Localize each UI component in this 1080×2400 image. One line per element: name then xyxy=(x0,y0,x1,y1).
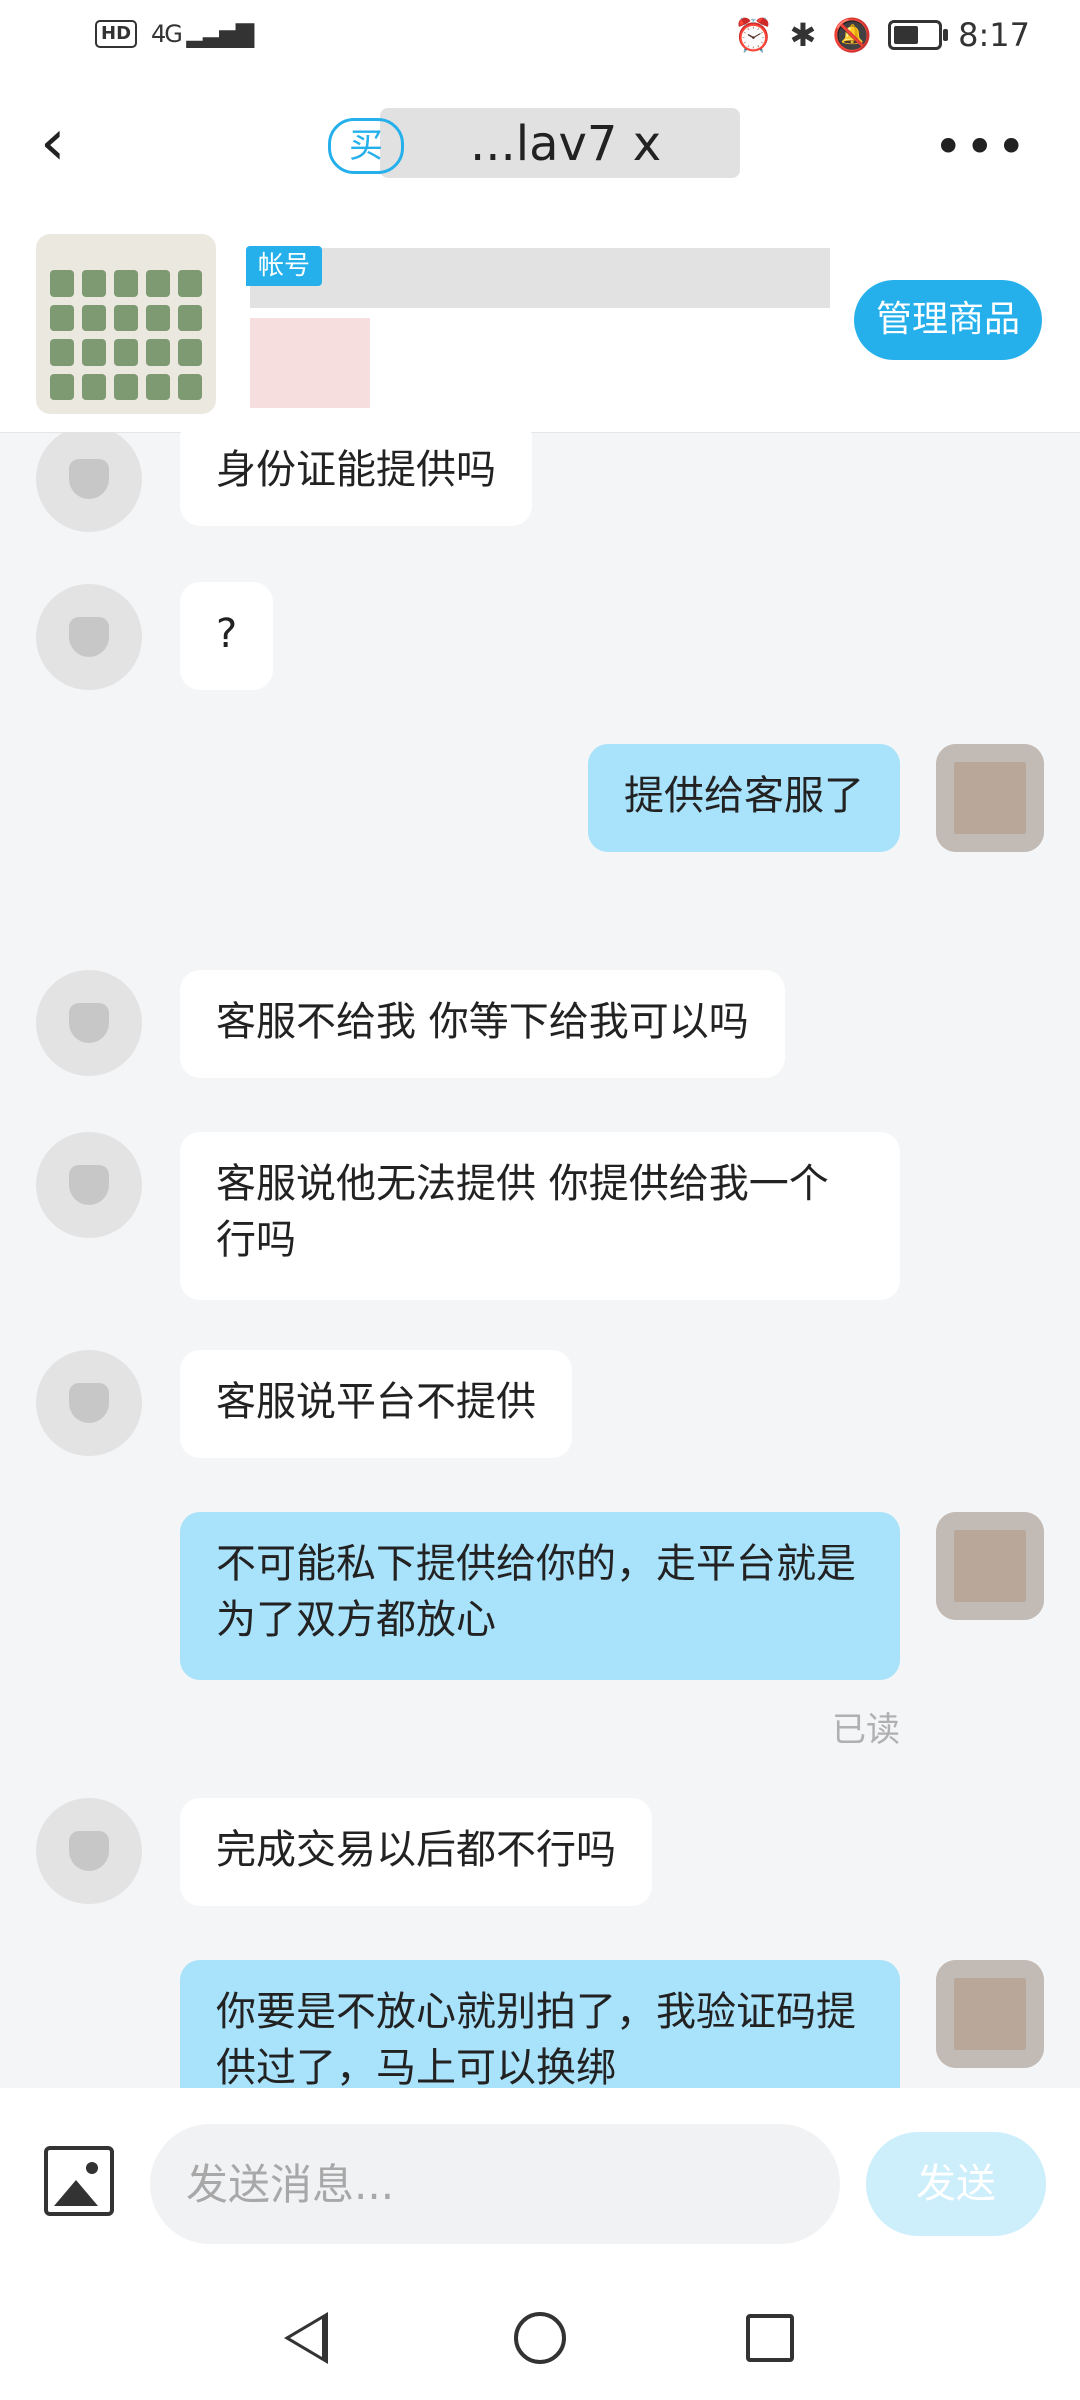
nav-recents-icon[interactable] xyxy=(746,2314,794,2362)
clock: 8:17 xyxy=(958,16,1030,54)
status-left: HD 4G ▂▃▅▇ xyxy=(95,20,254,48)
read-receipt: 已读 xyxy=(832,1710,900,1750)
seller-avatar[interactable] xyxy=(36,1350,142,1456)
nav-back-icon[interactable] xyxy=(284,2312,328,2364)
system-nav-bar xyxy=(0,2274,1080,2400)
message-bubble[interactable]: 你要是不放心就别拍了，我验证码提供过了，马上可以换绑 xyxy=(180,1960,900,2088)
seller-avatar[interactable] xyxy=(36,1132,142,1238)
product-card[interactable]: 帐号 管理商品 xyxy=(0,218,1080,433)
message-bubble[interactable]: 身份证能提供吗 xyxy=(180,432,532,526)
my-avatar[interactable] xyxy=(936,744,1044,852)
input-bar: 发送 xyxy=(0,2088,1080,2274)
chat-list[interactable]: 身份证能提供吗 ? 提供给客服了 客服不给我 你等下给我可以吗 客服说他无法提供… xyxy=(0,432,1080,2088)
seller-avatar[interactable] xyxy=(36,584,142,690)
seller-avatar[interactable] xyxy=(36,432,142,532)
status-right: ⏰ ✱ 🔕 8:17 xyxy=(734,16,1030,54)
product-thumbnail[interactable] xyxy=(36,234,216,414)
account-tag: 帐号 xyxy=(246,246,323,286)
message-bubble[interactable]: 提供给客服了 xyxy=(588,744,900,852)
message-bubble[interactable]: 完成交易以后都不行吗 xyxy=(180,1798,652,1906)
image-icon[interactable] xyxy=(44,2146,114,2216)
battery-icon xyxy=(888,20,949,50)
network-type: 4G xyxy=(151,20,183,48)
message-input[interactable] xyxy=(150,2124,840,2244)
chat-header: ‹ 买 ...lav7 x ••• xyxy=(0,78,1080,218)
manage-product-button[interactable]: 管理商品 xyxy=(853,280,1042,360)
message-bubble[interactable]: 客服说他无法提供 你提供给我一个行吗 xyxy=(180,1132,900,1300)
message-bubble[interactable]: 客服说平台不提供 xyxy=(180,1350,572,1458)
status-bar: HD 4G ▂▃▅▇ ⏰ ✱ 🔕 8:17 xyxy=(0,0,1080,78)
message-bubble[interactable]: 不可能私下提供给你的，走平台就是为了双方都放心 xyxy=(180,1512,900,1680)
redacted-product-name xyxy=(250,248,830,308)
redacted-price xyxy=(250,318,370,408)
back-icon[interactable]: ‹ xyxy=(40,111,100,175)
hd-indicator: HD xyxy=(95,20,138,48)
signal-icon: 4G ▂▃▅▇ xyxy=(151,20,254,48)
my-avatar[interactable] xyxy=(936,1512,1044,1620)
bluetooth-icon: ✱ xyxy=(789,16,817,54)
mute-icon: 🔕 xyxy=(832,16,873,54)
my-avatar[interactable] xyxy=(936,1960,1044,2068)
message-bubble[interactable]: ? xyxy=(180,582,274,690)
seller-avatar[interactable] xyxy=(36,1798,142,1904)
send-button[interactable]: 发送 xyxy=(866,2132,1046,2236)
more-icon[interactable]: ••• xyxy=(934,118,1028,176)
nav-home-icon[interactable] xyxy=(514,2312,566,2364)
alarm-icon: ⏰ xyxy=(733,16,774,54)
buyer-tag: 买 xyxy=(328,118,404,174)
seller-avatar[interactable] xyxy=(36,970,142,1076)
message-bubble[interactable]: 客服不给我 你等下给我可以吗 xyxy=(180,970,785,1078)
chat-title: ...lav7 x xyxy=(470,116,662,172)
